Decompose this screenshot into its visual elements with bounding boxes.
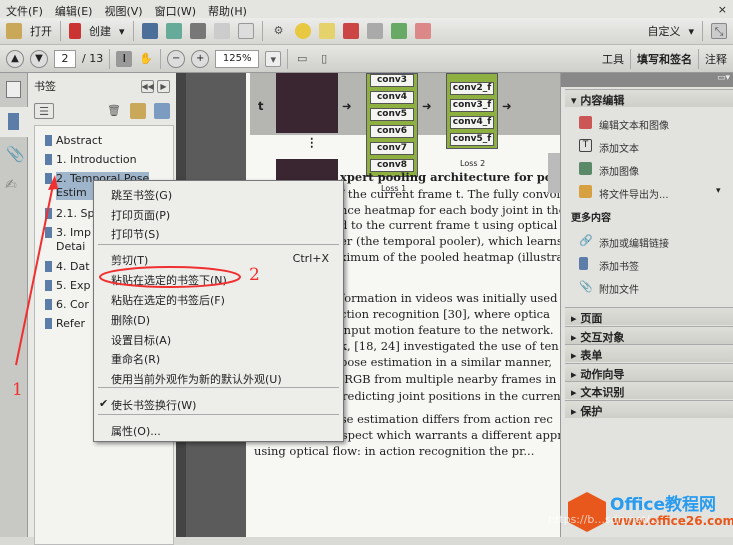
- annotation-step-2: 2: [249, 265, 260, 285]
- annotation-step-1: 1: [12, 380, 23, 400]
- watermark-csdn: https://b...sdn.net/...: [548, 513, 661, 526]
- annotation-overlay: [15, 175, 241, 366]
- arrowhead-icon: [48, 175, 58, 190]
- annotation-arrow: [15, 184, 54, 366]
- annotation-ellipse: [99, 266, 241, 288]
- watermark-brand: Office教程网: [610, 495, 717, 515]
